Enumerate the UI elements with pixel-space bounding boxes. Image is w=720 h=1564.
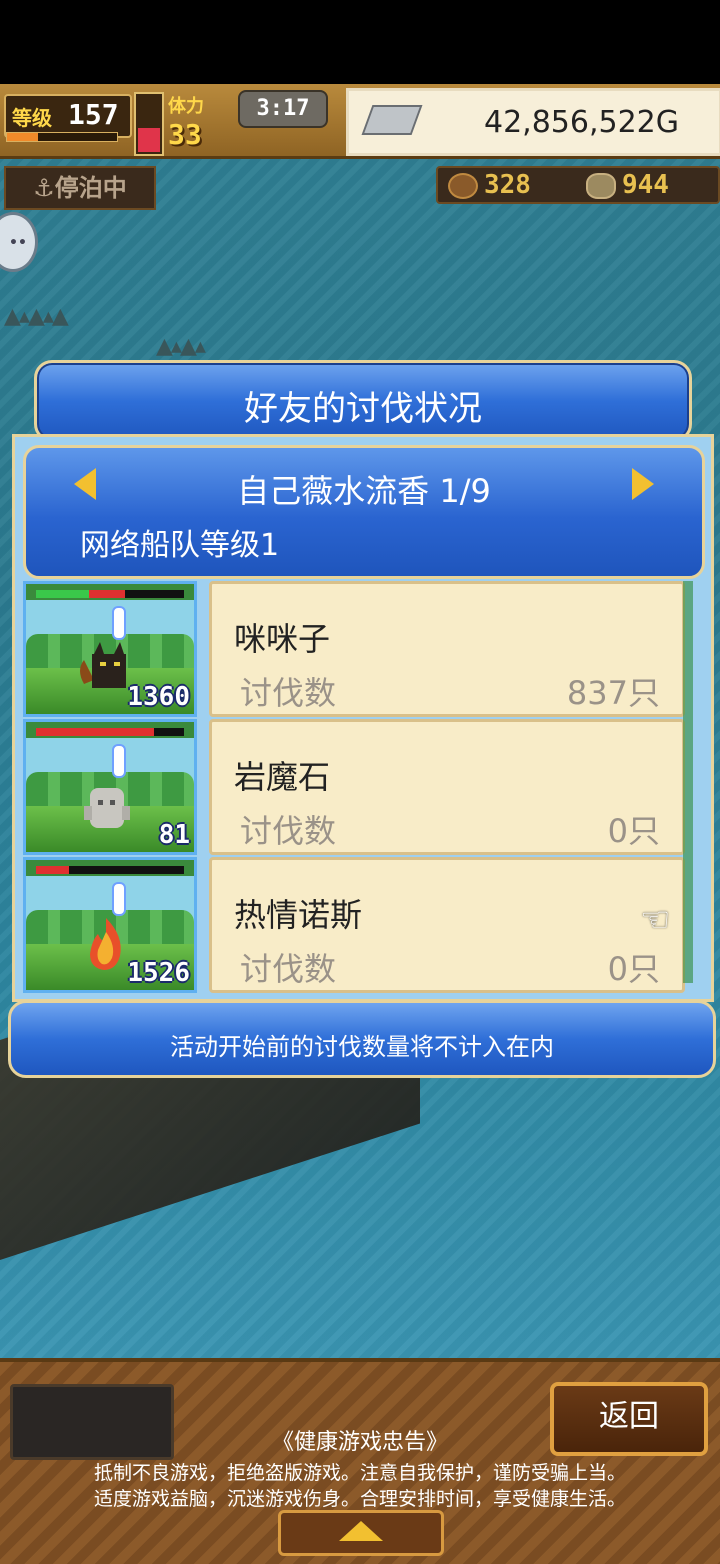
monster-count: 1360 (127, 682, 190, 712)
monster-thumbnail: 1360 (23, 581, 197, 717)
exp-bar (6, 132, 118, 142)
kill-count-value: 0只 (607, 812, 660, 850)
level-label: 等级 (12, 106, 52, 130)
hp-bar (36, 728, 184, 736)
monster-thumbnail: 81 (23, 719, 197, 855)
list-item[interactable]: 81 岩魔石 讨伐数 0只 (23, 719, 699, 855)
exclamation-icon (112, 744, 126, 778)
fleet-level: 网络船队等级1 (80, 528, 280, 563)
hp-bar-fill (36, 590, 90, 598)
resource-2-value: 944 (622, 170, 669, 200)
next-arrow-icon[interactable] (632, 468, 654, 500)
health-advice-line: 适度游戏益脑，沉迷游戏伤身。合理安排时间，享受健康生活。 (93, 1488, 626, 1510)
top-hud: 等级 157 体力 33 3:17 42,856,522G (0, 84, 720, 159)
pointing-hand-icon: ☜ (640, 900, 671, 940)
resource-2: 944 (586, 170, 669, 200)
stamina-label: 体力 (168, 96, 204, 117)
list-item[interactable]: 1360 咪咪子 讨伐数 837只 (23, 581, 699, 717)
resource-1-value: 328 (484, 170, 531, 200)
monster-name: 咪咪子 (234, 620, 331, 658)
monster-sprite (84, 788, 130, 828)
exclamation-icon (112, 606, 126, 640)
monster-card: 咪咪子 讨伐数 837只 (209, 581, 685, 717)
silver-bar-icon (361, 105, 423, 135)
monster-card: 热情诺斯 讨伐数 0只 (209, 857, 685, 993)
list-scrollbar[interactable] (683, 581, 693, 983)
monster-name: 岩魔石 (234, 758, 331, 796)
health-advice-line: 抵制不良游戏，拒绝盗版游戏。注意自我保护，谨防受骗上当。 (93, 1462, 626, 1484)
clock: 3:17 (238, 90, 328, 128)
friend-name: 自己薇水流香 1/9 (237, 472, 491, 510)
status-moored: ⚓停泊中 (4, 166, 156, 210)
rocks-decoration: ▲▴▲▴ (156, 334, 206, 359)
monster-name: 热情诺斯 (234, 896, 363, 934)
gold-value: 42,856,522G (483, 105, 679, 140)
level-value: 157 (68, 98, 119, 131)
monster-count: 81 (158, 820, 190, 850)
rocks-decoration: ▲▴▲▴▲ (4, 304, 69, 329)
exp-bar-fill (7, 133, 38, 141)
monster-thumbnail: 1526 (23, 857, 197, 993)
health-advice-title: 《健康游戏忠告》 (271, 1430, 448, 1455)
hp-bar-fill (36, 866, 69, 874)
hp-bar (36, 590, 184, 598)
notice-text: 活动开始前的讨伐数量将不计入在内 (170, 1033, 554, 1061)
monster-count: 1526 (127, 958, 190, 988)
kill-count-label: 讨伐数 (240, 950, 337, 988)
barrel-icon (448, 172, 478, 199)
coin-icon (586, 172, 616, 199)
gold-display: 42,856,522G (346, 88, 720, 156)
hp-bar (36, 866, 184, 874)
hp-bar-fill (36, 728, 155, 736)
exclamation-icon (112, 882, 126, 916)
kill-count-value: 0只 (607, 950, 660, 988)
dialog-title: 好友的讨伐状况 (244, 389, 482, 429)
hp-bar-fill (89, 590, 125, 598)
stamina-gauge (134, 92, 164, 156)
up-arrow-icon (339, 1521, 383, 1541)
monster-card: 岩魔石 讨伐数 0只 (209, 719, 685, 855)
resource-1: 328 (448, 170, 531, 200)
friend-header: 自己薇水流香 1/9 网络船队等级1 (23, 445, 705, 579)
resource-bar: 328 944 (436, 166, 720, 204)
friend-hunt-panel: 自己薇水流香 1/9 网络船队等级1 1360 咪咪子 讨伐数 837只 81 … (12, 434, 714, 1002)
stamina-fill (138, 128, 160, 152)
stamina-display: 体力 33 (168, 92, 230, 151)
list-item[interactable]: 1526 热情诺斯 讨伐数 0只 (23, 857, 699, 993)
dots-icon: •• (9, 235, 27, 251)
bottom-panel: 返回 《健康游戏忠告》 抵制不良游戏，拒绝盗版游戏。注意自我保护，谨防受骗上当。… (0, 1358, 720, 1564)
kill-count-label: 讨伐数 (240, 812, 337, 850)
expand-menu-button[interactable] (278, 1510, 444, 1556)
notice-bar: 活动开始前的讨伐数量将不计入在内 (8, 1000, 716, 1078)
kill-count-value: 837只 (566, 674, 660, 712)
kill-count-label: 讨伐数 (240, 674, 337, 712)
stamina-value: 33 (168, 118, 202, 151)
dialog-title-bar: 好友的讨伐状况 (34, 360, 692, 442)
